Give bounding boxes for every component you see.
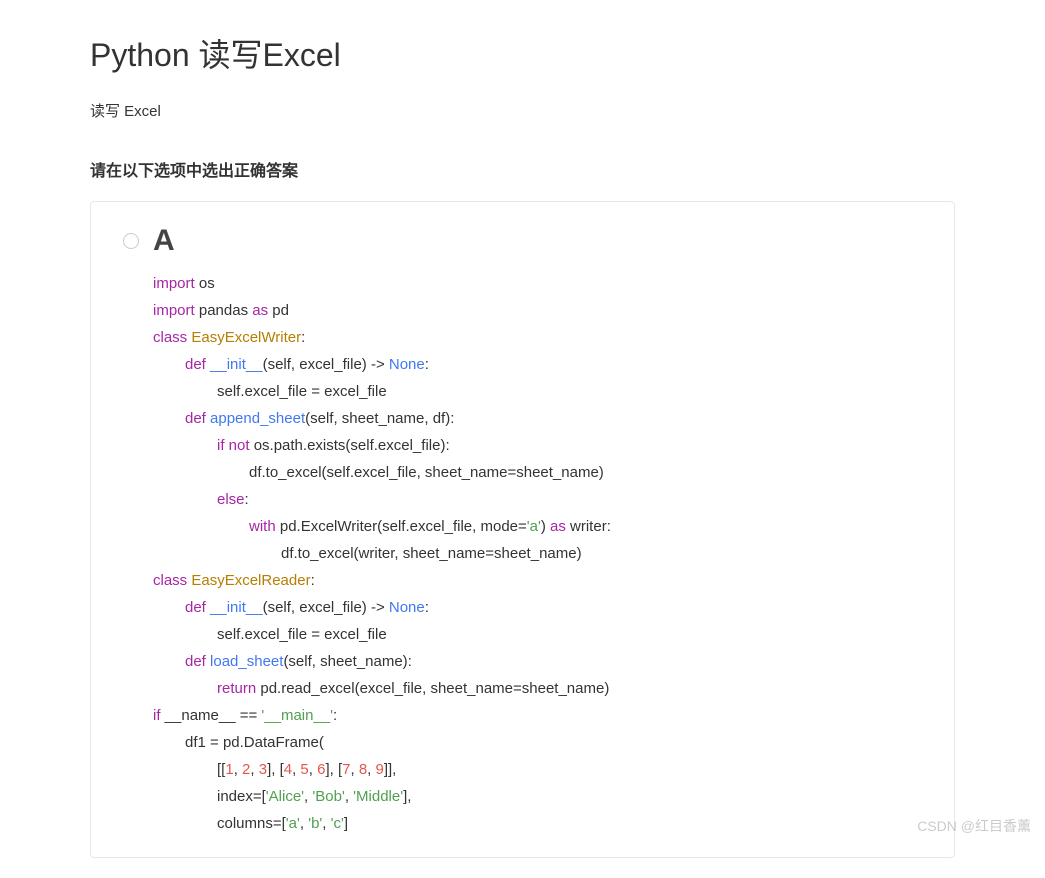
- radio-unchecked-icon[interactable]: [123, 233, 139, 249]
- subtitle-text: 读写 Excel: [90, 100, 955, 121]
- option-letter: A: [153, 226, 175, 256]
- option-row[interactable]: A: [123, 226, 922, 256]
- page-title: Python 读写Excel: [90, 30, 955, 76]
- answer-option-box: A import os import pandas as pd class Ea…: [90, 201, 955, 858]
- instruction-text: 请在以下选项中选出正确答案: [90, 157, 955, 181]
- code-block: import os import pandas as pd class Easy…: [123, 270, 922, 837]
